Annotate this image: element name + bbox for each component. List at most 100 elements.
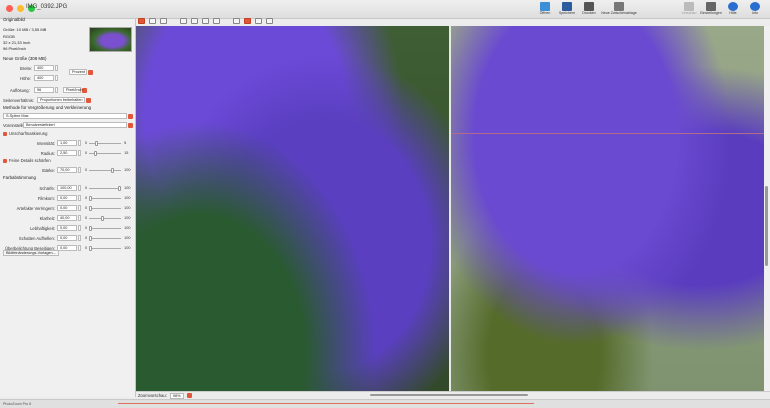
sharpness-input[interactable]: 100,00 [57,185,77,191]
width-stepper[interactable] [55,65,58,71]
split-horizontal-icon[interactable] [180,18,187,24]
preview-canvas[interactable] [136,26,764,391]
strength-slider[interactable] [89,167,122,173]
width-label: Breite: [20,65,33,71]
split-vertical-icon[interactable] [191,18,198,24]
film-grain-input[interactable]: 0,00 [57,195,77,201]
single-view-icon[interactable] [233,18,240,24]
method-select[interactable]: S-Spline Max [3,113,127,119]
artifacts-input[interactable]: 0,00 [57,205,77,211]
result-preview[interactable] [450,26,764,391]
vibrance-slider[interactable] [89,225,122,231]
film-grain-slider[interactable] [89,195,122,201]
original-res: 96 Pixel/Inch [3,46,26,51]
zoom-input[interactable]: 98% [169,392,184,399]
height-input[interactable]: 400 [34,75,54,81]
artifacts-label: Artefakte Verringern: [16,205,55,211]
unsharp-label: Unscharfmaskierung [9,131,48,136]
view-toolbar [136,16,770,26]
app-window: IMG_0392.JPG Öffnen Speichern Drucken Ne… [0,0,770,408]
split-divider[interactable] [449,26,451,391]
radius-slider[interactable] [89,150,122,156]
vertical-scroll-thumb[interactable] [765,186,768,266]
fine-details-checkbox[interactable] [3,158,7,163]
original-preview[interactable] [136,26,449,391]
vibrance-input[interactable]: 0,00 [57,225,77,231]
width-input[interactable]: 400 [34,65,54,71]
resolution-label: Auflösung: [10,87,30,93]
original-thumbnail[interactable] [89,27,132,52]
strength-input[interactable]: 70,00 [57,167,77,173]
height-stepper[interactable] [55,75,58,81]
sharpness-slider[interactable] [89,185,122,191]
original-mode: RGGB [3,34,15,39]
method-dropdown-icon[interactable] [128,113,133,119]
overexposure-stepper[interactable] [78,245,81,251]
hand-tool-icon[interactable] [138,18,145,24]
horizontal-scroll-thumb[interactable] [370,394,528,396]
intensity-input[interactable]: 1,00 [57,140,77,146]
shadows-input[interactable]: 0,00 [57,235,77,241]
select-tool-icon[interactable] [160,18,167,24]
rotate-left-icon[interactable] [202,18,209,24]
app-name: PhotoZoom Pro 8 [3,402,32,406]
fine-details-label: Feine Details schärfen [9,158,51,163]
sharpness-stepper[interactable] [78,185,81,191]
clarity-slider[interactable] [89,215,122,221]
overexposure-input[interactable]: 0,00 [57,245,77,251]
settings-sidebar: Originalbild Größe: 10 MB / 3,55 MB RGGB… [0,17,136,397]
vibrance-stepper[interactable] [78,225,81,231]
clipboard-icon [614,2,624,11]
tools-icon [706,2,716,11]
shadows-slider[interactable] [89,235,122,241]
ratio-label: Seitenverhältnis: [3,97,34,103]
new-size-header: Neue Größe (308 MB) [3,56,47,61]
intensity-slider[interactable] [89,140,122,146]
height-label: Höhe: [20,75,32,81]
clarity-input[interactable]: 40,00 [57,215,77,221]
split-view-icon[interactable] [244,18,251,24]
strength-stepper[interactable] [78,167,81,173]
zoom-dropdown-icon[interactable] [186,393,192,398]
minimize-icon[interactable] [17,5,24,12]
resolution-stepper[interactable] [55,87,58,93]
strength-label: Stärke: [41,167,55,173]
artifacts-stepper[interactable] [78,205,81,211]
presets-dropdown-icon[interactable] [128,122,133,128]
original-header: Originalbild [3,17,25,22]
preview-icon [684,2,694,11]
clarity-stepper[interactable] [78,215,81,221]
intensity-label: Intensität: [36,140,55,146]
resolution-input[interactable]: 96 [34,87,54,93]
presets-select[interactable]: Benutzerdefiniert [23,122,127,128]
unit-select[interactable]: Prozent [69,69,87,75]
close-icon[interactable] [6,5,13,12]
shadows-stepper[interactable] [78,235,81,241]
templates-button[interactable]: Bildfeinänderungs-Vorlagen... [3,250,59,256]
film-grain-label: Filmkorn: [37,195,55,201]
artifacts-slider[interactable] [89,205,122,211]
overexposure-slider[interactable] [89,245,122,251]
intensity-stepper[interactable] [78,140,81,146]
rotate-right-icon[interactable] [213,18,220,24]
unsharp-checkbox[interactable] [3,131,7,136]
zoom-label: Zoomvorschau: [138,393,167,398]
vibrance-label: Lebhaftigkeit: [30,225,55,231]
grid-view-icon[interactable] [266,18,273,24]
ratio-dropdown-icon[interactable] [86,97,91,103]
method-header: Methode für Vergrößerung und Verkleineru… [3,105,92,110]
radius-input[interactable]: 2,50 [57,150,77,156]
dual-view-icon[interactable] [255,18,262,24]
crop-tool-icon[interactable] [149,18,156,24]
radius-stepper[interactable] [78,150,81,156]
info-icon [750,2,760,11]
unit-dropdown-icon[interactable] [88,69,93,75]
resolution-unit-dropdown-icon[interactable] [82,87,87,93]
ratio-select[interactable]: Proportionen beibehalten [37,97,85,103]
resolution-unit-select[interactable]: Pixel/Inch [63,87,82,93]
clarity-label: Klarheit: [39,215,55,221]
film-grain-stepper[interactable] [78,195,81,201]
window-title: IMG_0392.JPG [26,4,68,10]
vertical-scrollbar[interactable] [764,26,770,391]
original-dims: 32 x 21,33 Inch [3,40,31,45]
